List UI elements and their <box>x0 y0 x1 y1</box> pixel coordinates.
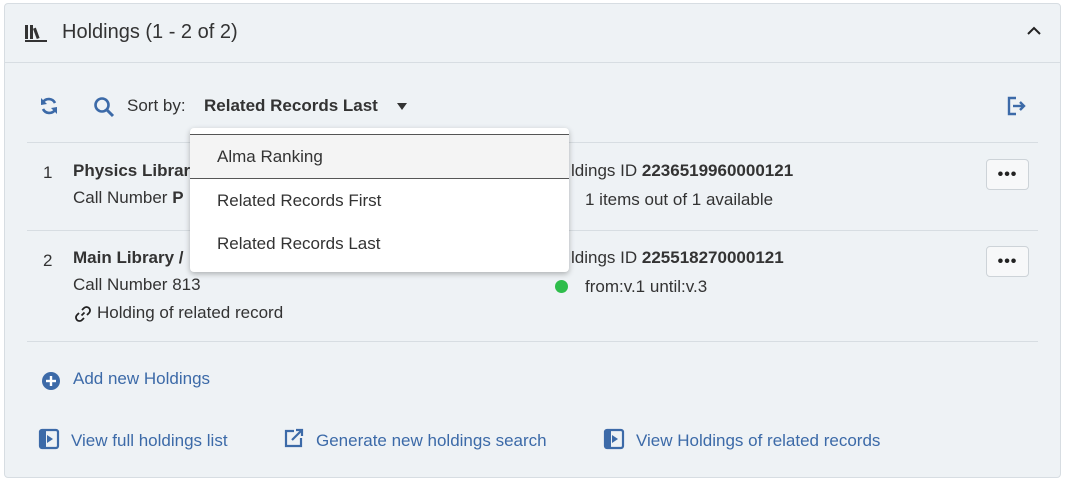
library-name[interactable]: Physics Librar <box>73 161 190 181</box>
more-actions-button[interactable]: ••• <box>986 159 1029 190</box>
sort-label: Sort by: <box>127 96 186 115</box>
holdings-id: ldings ID 225518270000121 <box>571 248 784 267</box>
sort-option-related-last[interactable]: Related Records Last <box>190 222 569 266</box>
holdings-id: ldings ID 2236519960000121 <box>571 161 794 180</box>
chevron-up-icon[interactable] <box>1026 24 1042 38</box>
search-icon[interactable] <box>93 96 115 118</box>
caret-down-icon[interactable] <box>397 103 407 111</box>
export-icon[interactable] <box>1006 96 1026 116</box>
enter-icon[interactable] <box>603 428 625 450</box>
availability-text: from:v.1 until:v.3 <box>585 277 708 296</box>
sort-dropdown[interactable]: Related Records Last <box>204 96 378 116</box>
sort-option-related-first[interactable]: Related Records First <box>190 179 569 223</box>
available-status-dot <box>555 280 568 293</box>
generate-holdings-search-link[interactable]: Generate new holdings search <box>316 431 547 451</box>
link-icon <box>75 306 91 322</box>
enter-icon[interactable] <box>38 428 60 450</box>
view-full-holdings-link[interactable]: View full holdings list <box>71 431 228 451</box>
external-link-icon[interactable] <box>283 427 305 449</box>
refresh-icon[interactable] <box>39 96 59 116</box>
sort-option-alma-ranking[interactable]: Alma Ranking <box>190 135 569 179</box>
add-new-holdings-link[interactable]: Add new Holdings <box>73 369 210 389</box>
more-actions-button[interactable]: ••• <box>986 246 1029 277</box>
panel-header[interactable]: Holdings (1 - 2 of 2) <box>5 4 1060 63</box>
related-record-label: Holding of related record <box>97 303 284 322</box>
availability-text: 1 items out of 1 available <box>585 190 774 209</box>
plus-circle-icon[interactable] <box>41 371 61 391</box>
view-related-holdings-link[interactable]: View Holdings of related records <box>636 431 880 451</box>
books-icon <box>25 25 47 42</box>
library-name[interactable]: Main Library / <box>73 248 184 268</box>
row-number: 2 <box>43 251 53 270</box>
sort-menu: Alma Ranking Related Records First Relat… <box>190 128 569 272</box>
row-number: 1 <box>43 163 53 182</box>
call-number: Call Number P <box>73 188 184 207</box>
call-number: Call Number 813 <box>73 275 201 294</box>
panel-title: Holdings (1 - 2 of 2) <box>62 21 238 43</box>
row-divider <box>27 341 1038 342</box>
